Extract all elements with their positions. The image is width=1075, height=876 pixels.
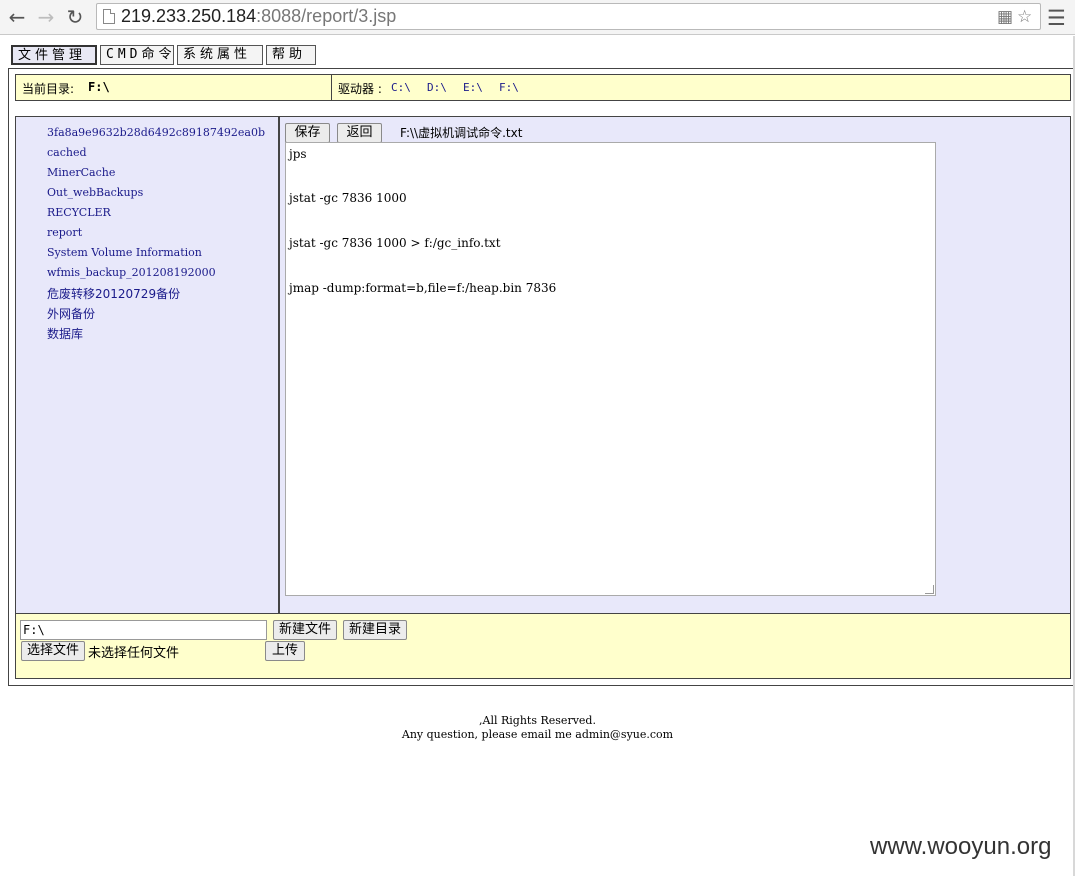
tab-cmd[interactable]: CMD命令 xyxy=(100,45,174,65)
dir-item[interactable]: report xyxy=(47,226,82,239)
dir-item[interactable]: 数据库 xyxy=(47,325,83,342)
resize-grip-icon[interactable] xyxy=(925,585,934,594)
drive-link-d[interactable]: D:\ xyxy=(427,81,447,94)
dir-item[interactable]: Out_webBackups xyxy=(47,186,143,199)
footer-contact: Any question, please email me admin@syue… xyxy=(401,728,674,741)
divider xyxy=(331,75,332,100)
drive-link-c[interactable]: C:\ xyxy=(391,81,411,94)
choose-file-button[interactable]: 选择文件 xyxy=(21,641,85,661)
dir-item[interactable]: System Volume Information xyxy=(47,246,202,259)
browser-toolbar: ← → ↻ 219.233.250.184:8088/report/3.jsp … xyxy=(0,0,1075,35)
dir-item[interactable]: 3fa8a9e9632b28d6492c89187492ea0b xyxy=(47,126,265,139)
back-arrow-icon[interactable]: ← xyxy=(6,6,28,28)
editor-line: jstat -gc 7836 1000 > f:/gc_info.txt xyxy=(289,236,501,250)
dir-item[interactable]: 外网备份 xyxy=(47,305,95,322)
path-bar: 当前目录: F:\ 驱动器 : C:\ D:\ E:\ F:\ xyxy=(15,74,1071,101)
watermark: www.wooyun.org xyxy=(870,833,1052,860)
drive-link-e[interactable]: E:\ xyxy=(463,81,483,94)
dir-item[interactable]: RECYCLER xyxy=(47,206,111,219)
address-bar[interactable]: 219.233.250.184:8088/report/3.jsp ▦ ☆ xyxy=(96,3,1041,30)
dir-item[interactable]: 危废转移20120729备份 xyxy=(47,285,180,302)
no-file-chosen-text: 未选择任何文件 xyxy=(88,646,180,661)
forward-arrow-icon[interactable]: → xyxy=(35,6,57,28)
dir-item[interactable]: wfmis_backup_201208192000 xyxy=(47,266,216,279)
current-dir-label: 当前目录: xyxy=(22,82,75,96)
url-text: 219.233.250.184:8088/report/3.jsp xyxy=(121,6,397,26)
file-path-title: F:\\虚拟机调试命令.txt xyxy=(400,126,523,140)
new-dir-button[interactable]: 新建目录 xyxy=(343,620,407,640)
editor-line: jmap -dump:format=b,file=f:/heap.bin 783… xyxy=(289,281,557,295)
tab-file-manager[interactable]: 文件管理 xyxy=(11,45,97,65)
dir-item[interactable]: cached xyxy=(47,146,87,159)
file-content-textarea[interactable]: jps jstat -gc 7836 1000 jstat -gc 7836 1… xyxy=(285,142,936,596)
translate-icon[interactable]: ▦ xyxy=(997,7,1013,27)
back-button[interactable]: 返回 xyxy=(337,123,382,143)
save-button[interactable]: 保存 xyxy=(285,123,330,143)
new-file-button[interactable]: 新建文件 xyxy=(273,620,337,640)
reload-icon[interactable]: ↻ xyxy=(64,6,86,28)
tab-help[interactable]: 帮助 xyxy=(266,45,316,65)
editor-line: jps xyxy=(289,147,307,161)
drive-link-f[interactable]: F:\ xyxy=(499,81,519,94)
tab-system-properties[interactable]: 系统属性 xyxy=(177,45,263,65)
upload-button[interactable]: 上传 xyxy=(265,641,305,661)
dir-item[interactable]: MinerCache xyxy=(47,166,115,179)
menu-icon[interactable]: ☰ xyxy=(1047,6,1066,30)
current-dir-value: F:\ xyxy=(88,80,110,94)
drives-label: 驱动器 : xyxy=(338,82,382,96)
footer-copyright: ,All Rights Reserved. xyxy=(479,714,596,727)
path-input[interactable]: F:\ xyxy=(20,620,267,640)
page-icon xyxy=(103,9,115,24)
star-icon[interactable]: ☆ xyxy=(1017,7,1032,27)
editor-line: jstat -gc 7836 1000 xyxy=(289,191,407,205)
